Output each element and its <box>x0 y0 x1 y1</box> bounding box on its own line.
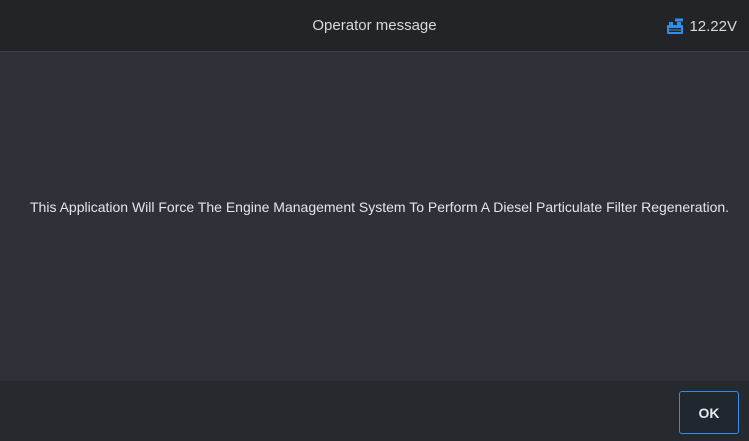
voltage-readout: 12.22V <box>689 17 737 35</box>
battery-status: 12.22V <box>666 0 737 52</box>
message-area: This Application Will Force The Engine M… <box>0 52 749 381</box>
header-bar: Operator message 12.22V <box>0 0 749 52</box>
footer-bar: OK <box>0 381 749 441</box>
page-title: Operator message <box>312 17 437 34</box>
car-battery-icon <box>666 18 684 35</box>
operator-message-text: This Application Will Force The Engine M… <box>30 199 730 215</box>
operator-message-screen: Operator message 12.22V This Application… <box>0 0 749 441</box>
ok-button[interactable]: OK <box>679 391 739 434</box>
